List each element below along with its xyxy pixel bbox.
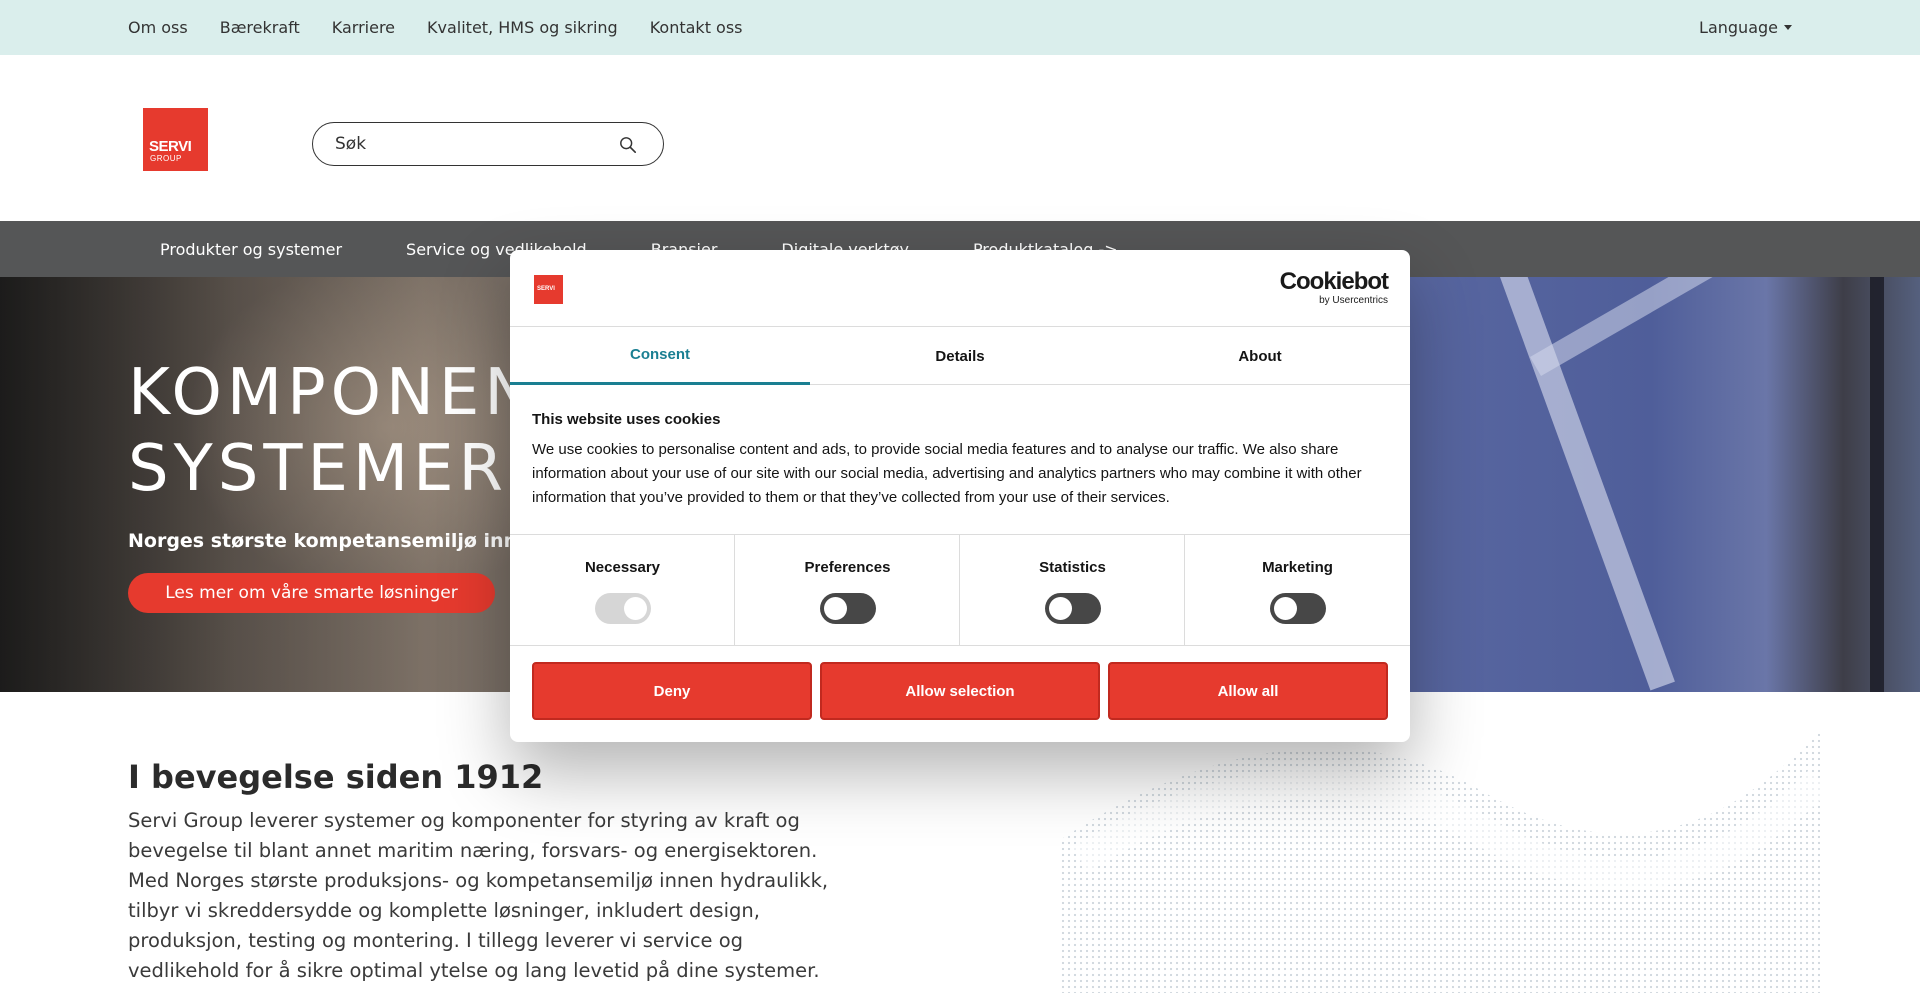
dialog-logo: SERVI [534, 275, 563, 304]
category-necessary: Necessary [510, 535, 735, 646]
category-marketing: Marketing [1185, 535, 1410, 646]
preferences-toggle[interactable] [820, 593, 876, 624]
allow-selection-button[interactable]: Allow selection [820, 662, 1100, 720]
toggle-knob [624, 597, 647, 620]
necessary-toggle [595, 593, 651, 624]
category-label: Statistics [1039, 559, 1106, 576]
toggle-knob [1049, 597, 1072, 620]
category-preferences: Preferences [735, 535, 960, 646]
intro-body: Servi Group leverer systemer og komponen… [128, 809, 829, 982]
tab-about[interactable]: About [1110, 327, 1410, 385]
dialog-body-text: We use cookies to personalise content an… [532, 441, 1362, 506]
logo-brand: SERVI [149, 138, 192, 155]
dialog-tabs: Consent Details About [510, 327, 1410, 385]
category-label: Preferences [804, 559, 891, 576]
hero-title-line-2: SYSTEMER [128, 432, 508, 506]
cookie-categories: Necessary Preferences Statistics Marketi… [510, 534, 1410, 646]
utility-links: Om oss Bærekraft Karriere Kvalitet, HMS … [128, 0, 775, 55]
link-karriere[interactable]: Karriere [332, 18, 395, 37]
site-header: SERVI GROUP [0, 55, 1920, 221]
allow-all-button[interactable]: Allow all [1108, 662, 1388, 720]
search-input[interactable] [335, 131, 605, 157]
cookie-consent-dialog: SERVI Cookiebot by Usercentrics Consent … [510, 250, 1410, 742]
logo-sub: GROUP [150, 154, 182, 163]
dialog-buttons: Deny Allow selection Allow all [532, 662, 1388, 720]
hero-cta-button[interactable]: Les mer om våre smarte løsninger [128, 573, 495, 613]
deny-button[interactable]: Deny [532, 662, 812, 720]
category-label: Necessary [584, 559, 661, 576]
tab-consent[interactable]: Consent [510, 327, 810, 385]
category-label: Marketing [1262, 559, 1333, 576]
intro-heading: I bevegelse siden 1912 [128, 758, 544, 796]
decorative-dot-wave [1060, 730, 1820, 993]
language-label: Language [1699, 18, 1778, 37]
link-baerekraft[interactable]: Bærekraft [220, 18, 300, 37]
hero-background-post [1870, 277, 1884, 692]
cookiebot-logo[interactable]: Cookiebot by Usercentrics [1279, 268, 1389, 307]
tab-details[interactable]: Details [810, 327, 1110, 385]
dialog-title: This website uses cookies [532, 411, 721, 428]
chevron-down-icon [1784, 25, 1792, 30]
toggle-knob [1274, 597, 1297, 620]
dialog-header: SERVI Cookiebot by Usercentrics [510, 250, 1410, 327]
marketing-toggle[interactable] [1270, 593, 1326, 624]
statistics-toggle[interactable] [1045, 593, 1101, 624]
nav-produkter-og-systemer[interactable]: Produkter og systemer [160, 240, 342, 259]
link-kvalitet-hms[interactable]: Kvalitet, HMS og sikring [427, 18, 618, 37]
cookiebot-wordmark: Cookiebot [1279, 268, 1389, 295]
search-box [312, 122, 664, 166]
search-icon[interactable] [619, 136, 637, 154]
cookiebot-sub: by Usercentrics [1319, 295, 1388, 306]
hero-background-beam [1530, 277, 1715, 377]
language-dropdown[interactable]: Language [1699, 0, 1792, 55]
link-om-oss[interactable]: Om oss [128, 18, 188, 37]
toggle-knob [824, 597, 847, 620]
category-statistics: Statistics [960, 535, 1185, 646]
link-kontakt-oss[interactable]: Kontakt oss [650, 18, 743, 37]
top-utility-bar: Om oss Bærekraft Karriere Kvalitet, HMS … [0, 0, 1920, 55]
servi-logo[interactable]: SERVI GROUP [143, 108, 208, 171]
